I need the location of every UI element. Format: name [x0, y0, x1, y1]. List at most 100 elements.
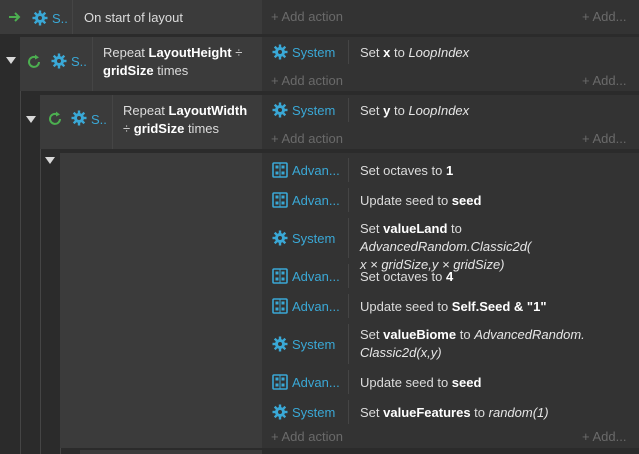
add-action-link[interactable]: + Add action — [271, 429, 343, 444]
add-more-link[interactable]: + Add... — [582, 429, 626, 444]
event-4-bottom-bar — [80, 450, 262, 454]
act-expression: Classic2d(x,y) — [360, 345, 442, 360]
advanced-random-icon — [272, 374, 288, 390]
act-expression: LoopIndex — [408, 103, 470, 118]
condition-divider — [72, 0, 73, 34]
action-row-text[interactable]: Update seed to Self.Seed & "1" — [360, 298, 632, 316]
act-param: seed — [451, 193, 482, 208]
add-action-link[interactable]: + Add action — [271, 131, 343, 146]
act-param: Self.Seed & "1" — [451, 299, 547, 314]
action-divider — [348, 98, 349, 122]
gear-icon — [51, 53, 67, 69]
system-object-label: S.. — [71, 54, 87, 69]
tree-line — [40, 149, 41, 454]
gear-icon — [272, 44, 288, 60]
gear-icon — [32, 10, 48, 26]
act-param: seed — [451, 375, 482, 390]
act-text-part: Set — [360, 221, 384, 236]
action-divider — [348, 158, 349, 182]
add-more-link[interactable]: + Add... — [582, 131, 626, 146]
act-text-part: to — [447, 221, 462, 236]
action-object-label[interactable]: System — [292, 337, 335, 352]
action-row-text[interactable]: Update seed to seed — [360, 192, 632, 210]
action-object-label[interactable]: System — [292, 231, 335, 246]
add-action-link[interactable]: + Add action — [271, 9, 343, 24]
cond-text-part: times — [184, 121, 219, 136]
act-text-part: to — [390, 45, 409, 60]
add-more-link[interactable]: + Add... — [582, 9, 626, 24]
act-param: valueLand — [383, 221, 448, 236]
act-text-part: Set octaves to — [360, 163, 446, 178]
action-divider — [348, 294, 349, 318]
advanced-random-icon — [272, 162, 288, 178]
loop-icon — [26, 54, 42, 70]
act-expression: AdvancedRandom. — [474, 327, 585, 342]
trigger-arrow-icon — [8, 10, 22, 24]
act-text-part: Set — [360, 327, 384, 342]
action-divider — [348, 40, 349, 64]
action-object-label[interactable]: Advan... — [292, 375, 340, 390]
cond-text-part: ÷ — [231, 45, 243, 60]
act-expression: AdvancedRandom.Classic2d( — [360, 239, 532, 254]
gear-icon — [71, 110, 87, 126]
action-object-label[interactable]: Advan... — [292, 193, 340, 208]
act-text-part: Update seed to — [360, 299, 452, 314]
act-expression: random(1) — [488, 405, 549, 420]
act-text-part: Set — [360, 405, 384, 420]
advanced-random-icon — [272, 298, 288, 314]
gear-icon — [272, 404, 288, 420]
add-more-link[interactable]: + Add... — [582, 73, 626, 88]
tree-line — [60, 448, 61, 454]
action-row-text[interactable]: Update seed to seed — [360, 374, 632, 392]
collapse-arrow-icon[interactable] — [45, 157, 55, 164]
action-divider — [348, 400, 349, 424]
action-divider — [348, 370, 349, 394]
cond-text-part: Repeat — [103, 45, 149, 60]
act-text-part: Update seed to — [360, 375, 452, 390]
cond-text-part: Repeat — [123, 103, 169, 118]
act-param: valueFeatures — [383, 405, 471, 420]
collapse-arrow-icon[interactable] — [26, 116, 36, 123]
act-text-part: to — [390, 103, 409, 118]
cond-param: LayoutHeight — [148, 45, 232, 60]
action-divider — [348, 264, 349, 288]
cond-param: LayoutWidth — [168, 103, 248, 118]
tree-line — [20, 91, 21, 454]
action-divider — [348, 324, 349, 364]
action-object-label[interactable]: System — [292, 405, 335, 420]
condition-repeat-layout-height[interactable]: Repeat LayoutHeight ÷ gridSize times — [103, 44, 258, 80]
act-text-part: Update seed to — [360, 193, 452, 208]
action-divider — [348, 188, 349, 212]
add-action-link[interactable]: + Add action — [271, 73, 343, 88]
act-text-part: Set — [360, 103, 384, 118]
gear-icon — [272, 336, 288, 352]
event-4-condition-block[interactable] — [60, 153, 262, 448]
action-row-text[interactable]: Set valueLand to AdvancedRandom.Classic2… — [360, 220, 632, 274]
system-object-label: S.. — [91, 112, 107, 127]
cond-text-part: times — [153, 63, 189, 78]
condition-divider — [112, 95, 113, 149]
action-row-text[interactable]: Set valueFeatures to random(1) — [360, 404, 632, 422]
action-set-x[interactable]: Set x to LoopIndex — [360, 45, 469, 60]
cond-text-part: ÷ — [123, 121, 134, 136]
collapse-arrow-icon[interactable] — [6, 57, 16, 64]
advanced-random-icon — [272, 268, 288, 284]
condition-repeat-layout-width[interactable]: Repeat LayoutWidth ÷ gridSize times — [123, 102, 258, 138]
action-object-label[interactable]: Advan... — [292, 269, 340, 284]
condition-on-start-of-layout[interactable]: On start of layout — [84, 9, 183, 27]
act-text-part: Set — [360, 45, 384, 60]
action-row-text[interactable]: Set octaves to 4 — [360, 268, 632, 286]
action-object-label[interactable]: Advan... — [292, 299, 340, 314]
action-divider — [348, 218, 349, 258]
action-row-text[interactable]: Set valueBiome to AdvancedRandom. Classic… — [360, 326, 632, 362]
action-object-label[interactable]: System — [292, 103, 335, 118]
action-set-y[interactable]: Set y to LoopIndex — [360, 103, 469, 118]
act-text-part: Set octaves to — [360, 269, 446, 284]
act-param: 4 — [446, 269, 454, 284]
act-param: valueBiome — [383, 327, 457, 342]
action-row-text[interactable]: Set octaves to 1 — [360, 162, 632, 180]
action-object-label[interactable]: System — [292, 45, 335, 60]
gear-icon — [272, 230, 288, 246]
action-object-label[interactable]: Advan... — [292, 163, 340, 178]
gear-icon — [272, 102, 288, 118]
